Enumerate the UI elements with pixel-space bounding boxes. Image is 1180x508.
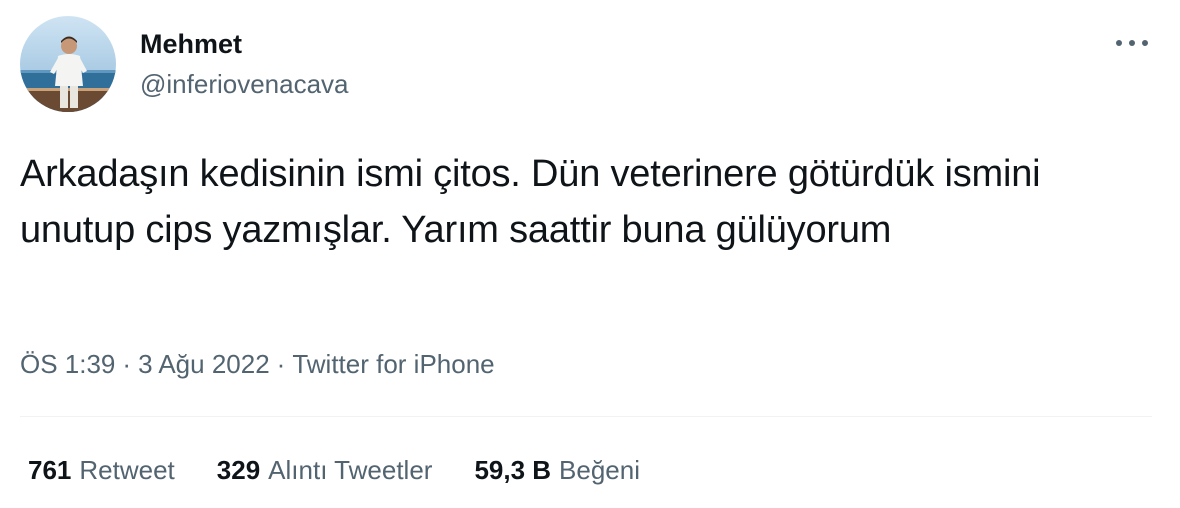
- avatar-photo: [20, 16, 116, 112]
- tweet-date: 3 Ağu 2022: [138, 349, 270, 379]
- retweets-count: 761: [28, 455, 72, 485]
- retweets-stat[interactable]: 761 Retweet: [28, 452, 175, 488]
- quotes-label: Alıntı Tweetler: [268, 455, 433, 485]
- more-button[interactable]: [1110, 30, 1154, 56]
- divider: [20, 416, 1152, 417]
- likes-count: 59,3 B: [474, 455, 552, 485]
- tweet-meta: ÖS 1:39 · 3 Ağu 2022 · Twitter for iPhone: [20, 346, 495, 382]
- tweet-stats: 761 Retweet 329 Alıntı Tweetler 59,3 B Beğe…: [28, 452, 640, 488]
- tweet-text: Arkadaşın kedisinin ismi çitos. Dün vete…: [20, 153, 1041, 251]
- tweet-source-link[interactable]: Twitter for iPhone: [292, 349, 494, 379]
- author-handle[interactable]: @inferiovenacava: [140, 68, 349, 100]
- author-name[interactable]: Mehmet: [140, 28, 242, 60]
- retweets-label: Retweet: [79, 455, 175, 485]
- likes-label: Beğeni: [559, 455, 641, 485]
- tweet-card: Mehmet @inferiovenacava Arkadaşın kedisi…: [0, 0, 1180, 508]
- quotes-stat[interactable]: 329 Alıntı Tweetler: [217, 452, 433, 488]
- tweet-time: ÖS 1:39: [20, 349, 116, 379]
- avatar[interactable]: [20, 16, 116, 112]
- tweet-time-link[interactable]: ÖS 1:39 · 3 Ağu 2022: [20, 349, 270, 379]
- more-horizontal-icon: [1116, 40, 1148, 46]
- meta-separator: ·: [276, 349, 286, 379]
- quotes-count: 329: [216, 455, 261, 485]
- meta-separator: ·: [122, 349, 132, 379]
- likes-stat[interactable]: 59,3 B Beğeni: [474, 452, 640, 488]
